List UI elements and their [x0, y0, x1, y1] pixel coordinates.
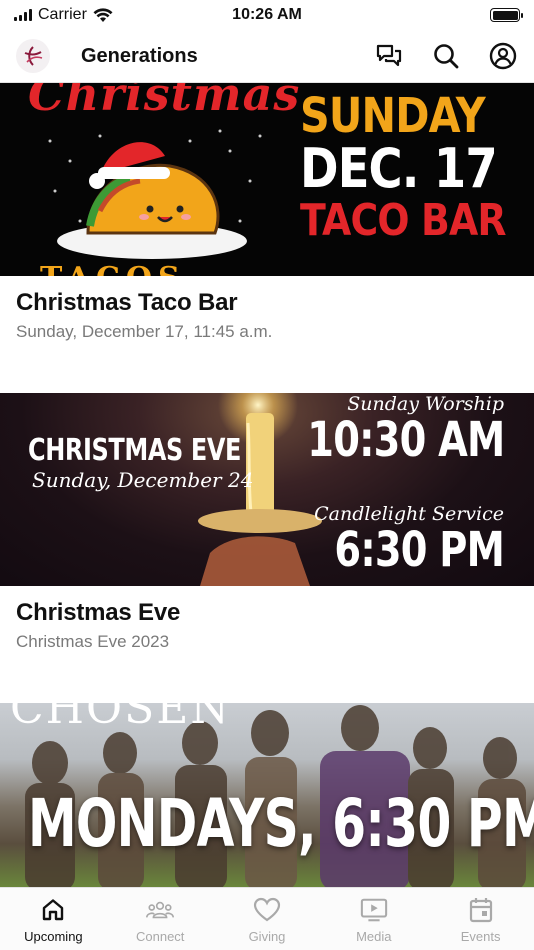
- app-header: Generations: [0, 30, 534, 83]
- banner-service-date: Sunday, December 24: [32, 468, 254, 492]
- chat-icon: [376, 44, 402, 67]
- event-card[interactable]: CHOSEN MONDAYS, 6:30 PM: [0, 703, 534, 887]
- banner-date: DEC. 17: [300, 137, 498, 201]
- event-subtitle: Christmas Eve 2023: [16, 632, 170, 651]
- search-button[interactable]: [429, 39, 463, 73]
- carrier-label: Carrier: [38, 6, 87, 23]
- event-feed[interactable]: Christmas SUNDAY DEC. 17 TACO BAR Christ…: [0, 83, 534, 887]
- banner-show-title: CHOSEN: [10, 703, 231, 734]
- banner-candlelight-block: Candlelight Service 6:30 PM: [292, 503, 505, 578]
- heart-icon: [253, 896, 281, 924]
- tab-giving[interactable]: Giving: [214, 888, 321, 950]
- event-card[interactable]: CHRISTMAS EVE Sunday, December 24 Sunday…: [0, 393, 534, 703]
- banner-worship-time: 10:30 AM: [306, 412, 505, 468]
- wifi-icon: [93, 7, 113, 22]
- banner-day: SUNDAY: [300, 88, 486, 144]
- home-icon: [39, 896, 67, 924]
- status-bar: Carrier 10:26 AM: [0, 0, 534, 30]
- taco-illustration: [48, 129, 262, 259]
- search-icon: [434, 44, 459, 69]
- event-subtitle: Sunday, December 17, 11:45 a.m.: [16, 322, 273, 341]
- battery-icon: [490, 8, 523, 22]
- tab-label: Upcoming: [24, 929, 83, 944]
- event-banner-image[interactable]: CHOSEN MONDAYS, 6:30 PM: [0, 703, 534, 887]
- banner-candlelight-time: 6:30 PM: [334, 522, 504, 578]
- event-banner-image[interactable]: CHRISTMAS EVE Sunday, December 24 Sunday…: [0, 393, 534, 586]
- tab-label: Giving: [248, 929, 286, 944]
- banner-worship-block: Sunday Worship 10:30 AM: [258, 393, 505, 468]
- banner-bottom-text: TACOS: [40, 261, 186, 276]
- status-left: Carrier: [14, 6, 113, 24]
- profile-icon: [489, 42, 517, 70]
- tab-label: Connect: [135, 929, 185, 944]
- event-banner-image[interactable]: Christmas SUNDAY DEC. 17 TACO BAR: [0, 83, 534, 276]
- chat-button[interactable]: [372, 39, 406, 73]
- tab-media[interactable]: Media: [320, 888, 427, 950]
- logo-mark-icon: [24, 46, 43, 66]
- tab-label: Events: [460, 929, 501, 944]
- event-title: Christmas Taco Bar: [16, 289, 238, 316]
- header-actions: [372, 39, 520, 73]
- church-logo[interactable]: [16, 39, 50, 73]
- tab-upcoming[interactable]: Upcoming: [0, 888, 107, 950]
- app-title: Generations: [81, 44, 198, 67]
- signal-icon: [14, 9, 32, 21]
- banner-right-text: SUNDAY DEC. 17 TACO BAR: [300, 91, 525, 244]
- banner-service-name: CHRISTMAS EVE: [28, 433, 242, 468]
- event-card-body[interactable]: Christmas Taco Bar Sunday, December 17, …: [0, 276, 534, 393]
- event-card-body[interactable]: Christmas Eve Christmas Eve 2023: [0, 586, 534, 703]
- banner-script-title: Christmas: [28, 83, 301, 121]
- profile-button[interactable]: [486, 39, 520, 73]
- banner-schedule: MONDAYS, 6:30 PM: [28, 785, 534, 862]
- banner-left-title: CHRISTMAS EVE Sunday, December 24: [28, 433, 294, 492]
- tab-bar: Upcoming Connect Giving Media Events: [0, 887, 534, 950]
- tab-connect[interactable]: Connect: [107, 888, 214, 950]
- event-card[interactable]: Christmas SUNDAY DEC. 17 TACO BAR Christ…: [0, 83, 534, 393]
- people-icon: [146, 896, 175, 924]
- tab-label: Media: [356, 929, 392, 944]
- tab-events[interactable]: Events: [427, 888, 534, 950]
- play-icon: [360, 896, 388, 924]
- calendar-icon: [467, 896, 495, 924]
- banner-event: TACO BAR: [300, 195, 507, 247]
- event-title: Christmas Eve: [16, 599, 181, 626]
